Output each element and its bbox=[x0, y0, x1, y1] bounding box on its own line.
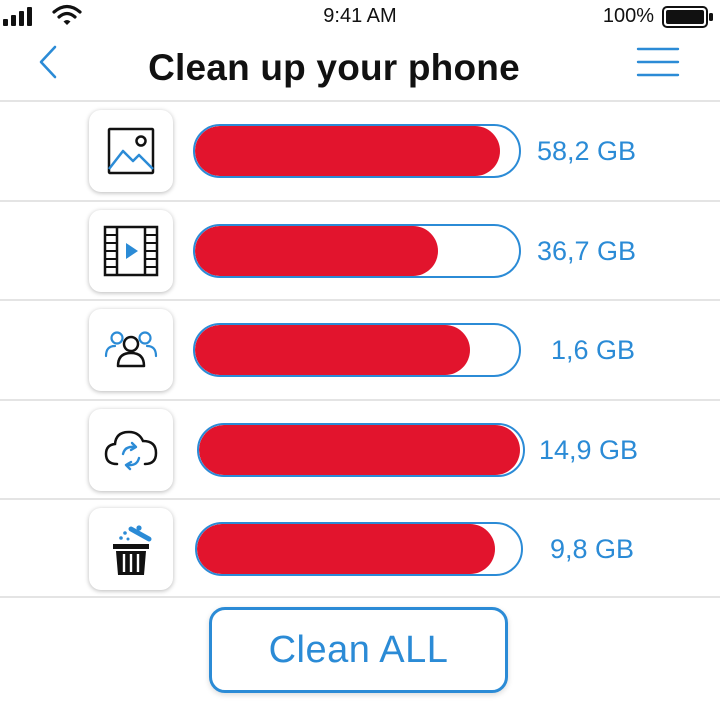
contacts-button[interactable] bbox=[89, 309, 173, 391]
hamburger-menu-icon[interactable] bbox=[636, 46, 680, 78]
storage-bar-fill bbox=[195, 126, 500, 176]
storage-category-list: 58,2 GB 36,7 GB 1,6 GB 14,9 GB 9,8 GB bbox=[0, 100, 720, 598]
header: Clean up your phone bbox=[0, 34, 720, 100]
storage-bar-fill bbox=[195, 325, 471, 375]
photos-button[interactable] bbox=[89, 110, 173, 192]
page-title: Clean up your phone bbox=[148, 47, 520, 88]
storage-bar bbox=[195, 522, 523, 576]
storage-bar-fill bbox=[199, 424, 520, 475]
storage-size: 36,7 GB bbox=[536, 235, 636, 266]
videos-icon bbox=[103, 225, 159, 276]
storage-size: 14,9 GB bbox=[538, 434, 638, 465]
storage-size: 1,6 GB bbox=[550, 335, 635, 365]
trash-icon bbox=[113, 525, 152, 575]
cloud-sync-button[interactable] bbox=[89, 408, 173, 491]
photos-icon bbox=[107, 127, 155, 175]
storage-bar-fill bbox=[195, 225, 438, 276]
battery-icon bbox=[662, 6, 713, 28]
storage-bar bbox=[193, 223, 521, 278]
storage-bar bbox=[197, 422, 525, 477]
status-bar: 9:41 AM 100% bbox=[0, 0, 720, 34]
contacts-icon bbox=[104, 331, 158, 368]
storage-bar-fill bbox=[197, 524, 496, 574]
category-row-photos[interactable]: 58,2 GB bbox=[0, 100, 720, 200]
category-row-cloud[interactable]: 14,9 GB bbox=[0, 398, 720, 499]
storage-size: 58,2 GB bbox=[536, 136, 636, 166]
trash-button[interactable] bbox=[89, 508, 173, 590]
clean-all-label: Clean ALL bbox=[268, 628, 449, 671]
category-row-trash[interactable]: 9,8 GB bbox=[0, 498, 720, 598]
cloud-sync-icon bbox=[104, 430, 158, 470]
battery-percent: 100% bbox=[602, 5, 654, 27]
videos-button[interactable] bbox=[89, 209, 173, 292]
clean-all-button[interactable]: Clean ALL bbox=[209, 607, 508, 693]
category-row-videos[interactable]: 36,7 GB bbox=[0, 199, 720, 300]
storage-bar bbox=[193, 323, 521, 377]
category-row-contacts[interactable]: 1,6 GB bbox=[0, 299, 720, 399]
storage-bar bbox=[193, 124, 521, 178]
storage-size: 9,8 GB bbox=[549, 534, 634, 564]
